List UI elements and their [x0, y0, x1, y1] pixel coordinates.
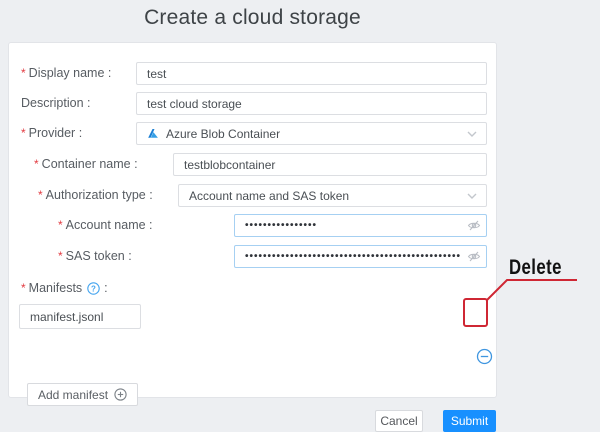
provider-label: *Provider :	[21, 122, 82, 145]
required-marker: *	[21, 126, 26, 140]
container-name-input[interactable]	[173, 153, 487, 176]
sas-token-label: *SAS token :	[58, 245, 132, 268]
page-title: Create a cloud storage	[8, 6, 497, 30]
provider-select[interactable]: Azure Blob Container	[136, 122, 487, 145]
sas-token-input[interactable]	[234, 245, 487, 268]
authorization-type-select[interactable]: Account name and SAS token	[178, 184, 487, 207]
account-name-label: *Account name :	[58, 214, 153, 237]
eye-slash-icon[interactable]	[467, 250, 481, 263]
required-marker: *	[38, 188, 43, 202]
authorization-type-label: *Authorization type :	[38, 184, 153, 207]
required-marker: *	[21, 281, 26, 295]
azure-icon	[147, 128, 159, 140]
container-name-label: *Container name :	[34, 153, 138, 176]
add-manifest-button[interactable]: Add manifest	[27, 383, 138, 406]
create-cloud-storage-page: Create a cloud storage *Display name : D…	[0, 0, 600, 408]
submit-button[interactable]: Submit	[443, 410, 496, 432]
authorization-type-selected-value: Account name and SAS token	[189, 189, 349, 203]
required-marker: *	[21, 66, 26, 80]
minus-circle-icon[interactable]	[476, 348, 493, 365]
delete-annotation-label: Delete	[509, 256, 562, 280]
provider-selected-value: Azure Blob Container	[166, 127, 280, 141]
cancel-button[interactable]: Cancel	[375, 410, 423, 432]
required-marker: *	[34, 157, 39, 171]
required-marker: *	[58, 249, 63, 263]
account-name-input[interactable]	[234, 214, 487, 237]
display-name-label: *Display name :	[21, 62, 111, 85]
plus-circle-icon	[114, 388, 127, 401]
chevron-down-icon	[467, 131, 477, 138]
chevron-down-icon	[467, 193, 477, 200]
eye-slash-icon[interactable]	[467, 219, 481, 232]
required-marker: *	[58, 218, 63, 232]
description-input[interactable]	[136, 92, 487, 115]
cloud-storage-form: *Display name : Description : *Provider …	[8, 42, 497, 398]
question-circle-icon[interactable]: ?	[87, 282, 100, 295]
description-label: Description :	[21, 92, 90, 115]
manifest-filename-input[interactable]	[19, 304, 141, 329]
display-name-input[interactable]	[136, 62, 487, 85]
svg-text:?: ?	[91, 284, 96, 293]
manifests-label: * Manifests ? :	[21, 281, 108, 295]
